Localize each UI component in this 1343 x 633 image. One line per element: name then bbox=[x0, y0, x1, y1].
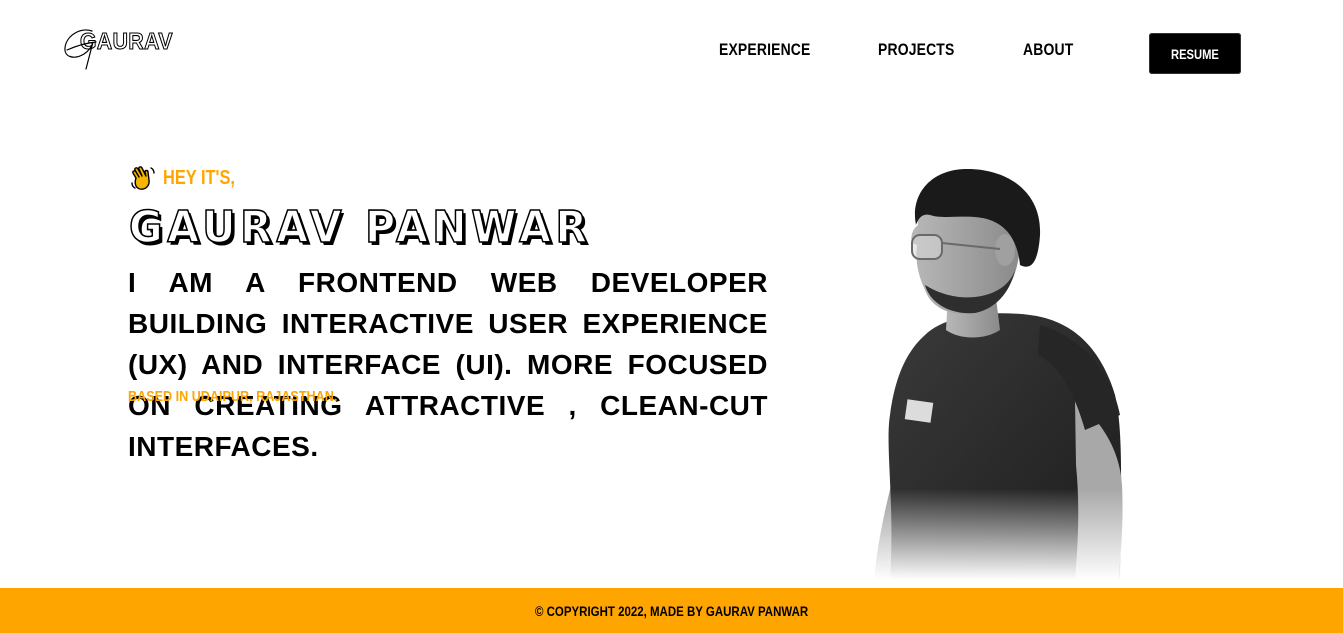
hero-intro: I AM A FRONTEND WEB DEVELOPER BUILDING I… bbox=[128, 262, 768, 467]
site-footer: © COPYRIGHT 2022, MADE BY GAURAV PANWAR bbox=[0, 588, 1343, 633]
footer-copyright: © COPYRIGHT 2022, MADE BY GAURAV PANWAR bbox=[534, 602, 809, 619]
nav-link-projects[interactable]: PROJECTS bbox=[878, 40, 954, 60]
waving-hand-icon bbox=[131, 166, 155, 190]
hero-intro-text: I AM A FRONTEND WEB DEVELOPER BUILDING I… bbox=[128, 267, 768, 462]
greeting-text: HEY IT'S, bbox=[163, 166, 235, 189]
main-nav: EXPERIENCE PROJECTS ABOUT bbox=[700, 40, 1343, 66]
nav-link-experience[interactable]: EXPERIENCE bbox=[719, 40, 811, 60]
nav-link-about[interactable]: ABOUT bbox=[1023, 40, 1073, 60]
site-logo[interactable]: GAURAV bbox=[62, 24, 173, 70]
resume-button-label: RESUME bbox=[1171, 45, 1219, 62]
hero-location: BASED IN UDAIPUR, RAJASTHAN. bbox=[128, 388, 338, 405]
hero-name: GAURAV PANWAR bbox=[128, 201, 592, 254]
profile-portrait bbox=[870, 165, 1135, 580]
resume-button[interactable]: RESUME bbox=[1149, 33, 1241, 74]
logo-signature-icon bbox=[64, 29, 97, 70]
greeting: HEY IT'S, bbox=[129, 164, 251, 192]
